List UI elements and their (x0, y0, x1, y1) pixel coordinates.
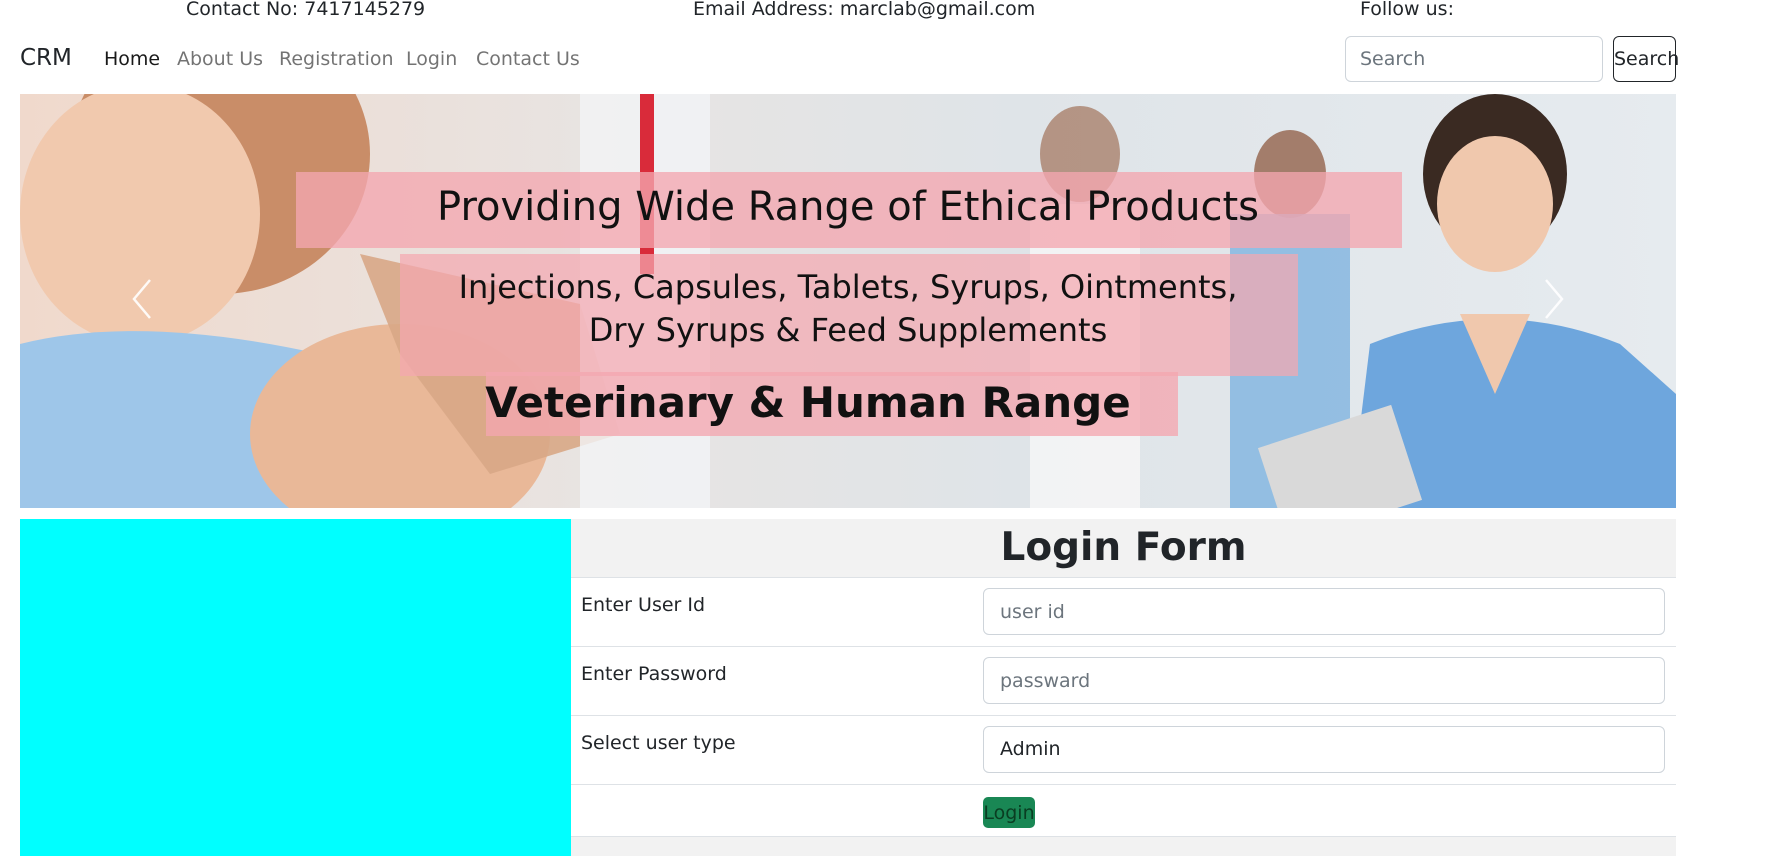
brand-logo[interactable]: CRM (20, 45, 72, 71)
banner-carousel: Providing Wide Range of Ethical Products… (20, 94, 1676, 508)
login-form: Login Form Enter User Id Enter Password … (571, 519, 1676, 856)
banner-products-line2: Dry Syrups & Feed Supplements (588, 311, 1108, 349)
banner-products-line1: Injections, Capsules, Tablets, Syrups, O… (458, 268, 1238, 306)
form-title-row: Login Form (571, 519, 1676, 578)
chevron-left-icon (132, 279, 151, 319)
password-label: Enter Password (581, 663, 727, 685)
user-type-select[interactable]: Admin (983, 726, 1665, 773)
user-id-label: Enter User Id (581, 594, 706, 616)
navbar: CRM Home About Us Registration Login Con… (20, 34, 1679, 86)
nav-home[interactable]: Home (104, 48, 160, 70)
password-input[interactable] (983, 657, 1665, 704)
follow-us: Follow us: (1360, 0, 1454, 20)
user-id-input[interactable] (983, 588, 1665, 635)
contact-bar: Contact No: 7417145279 Email Address: ma… (0, 0, 1780, 22)
banner-headline: Providing Wide Range of Ethical Products (437, 184, 1259, 230)
carousel-prev-button[interactable] (114, 264, 174, 334)
chevron-right-icon (1545, 279, 1564, 319)
email-address: Email Address: marclab@gmail.com (693, 0, 1036, 20)
carousel-next-button[interactable] (1522, 264, 1582, 334)
banner-range: Veterinary & Human Range (485, 378, 1131, 427)
nav-contact-us[interactable]: Contact Us (476, 48, 580, 70)
user-type-row: Select user type Admin (571, 716, 1676, 785)
form-title: Login Form (1000, 525, 1247, 570)
search-input[interactable] (1345, 36, 1603, 82)
form-footer-row (571, 837, 1676, 856)
contact-number: Contact No: 7417145279 (186, 0, 426, 20)
nav-about-us[interactable]: About Us (177, 48, 263, 70)
nav-login[interactable]: Login (406, 48, 457, 70)
login-button[interactable]: Login (983, 797, 1035, 828)
user-type-label: Select user type (581, 732, 736, 754)
submit-row: Login (571, 785, 1676, 837)
user-id-row: Enter User Id (571, 578, 1676, 647)
nav-registration[interactable]: Registration (279, 48, 394, 70)
search-button[interactable]: Search (1613, 36, 1679, 82)
side-panel (20, 519, 571, 856)
password-row: Enter Password (571, 647, 1676, 716)
